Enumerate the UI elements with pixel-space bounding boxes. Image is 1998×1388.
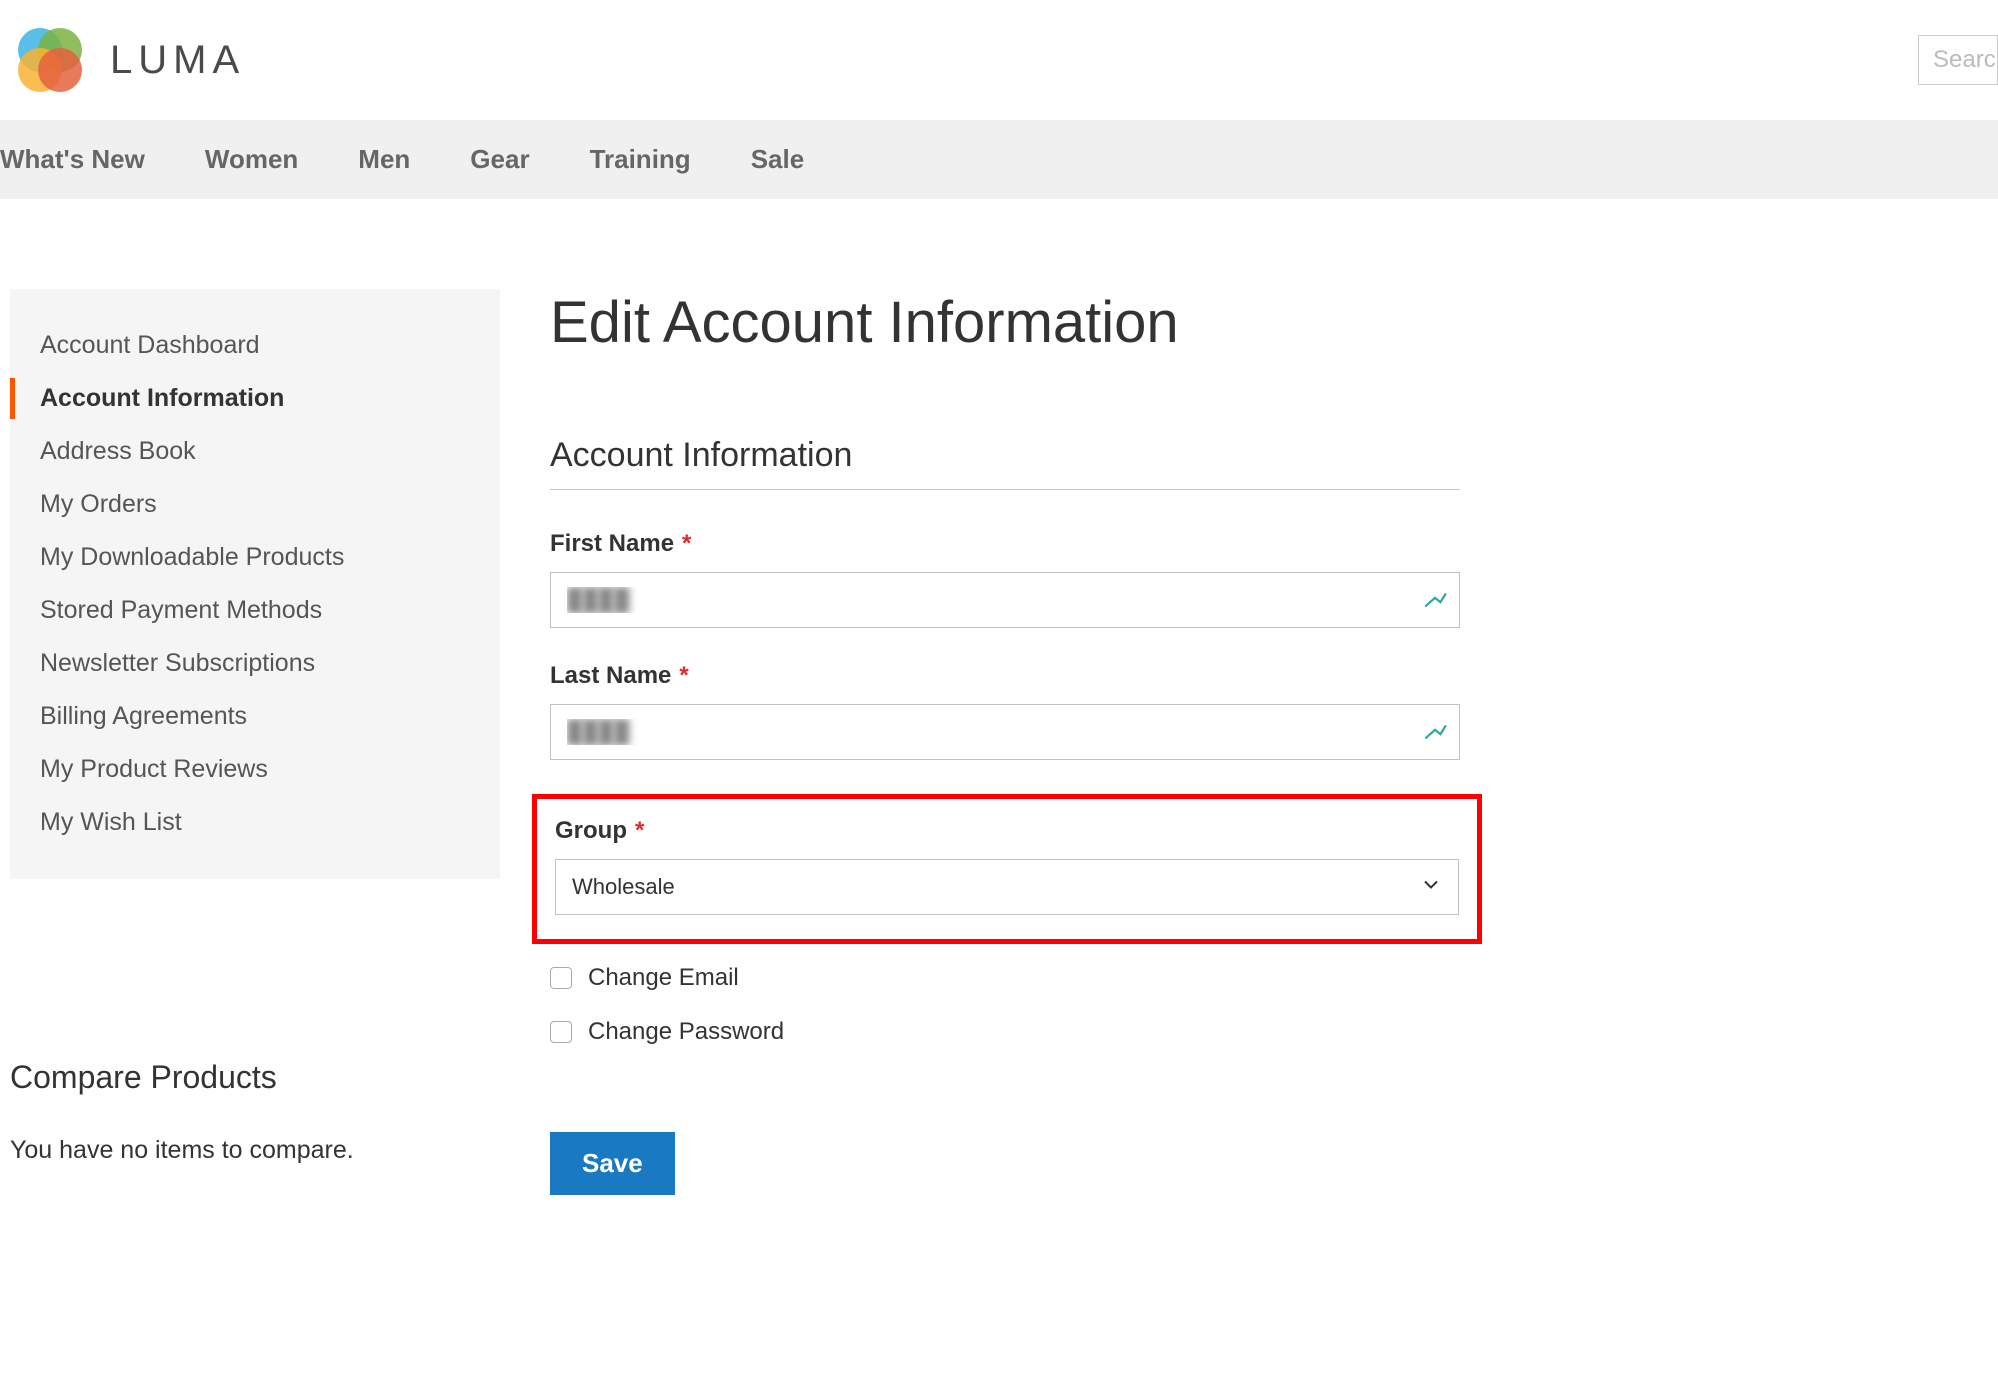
- required-indicator: *: [679, 662, 688, 689]
- page-title: Edit Account Information: [550, 289, 1998, 356]
- nav-training[interactable]: Training: [590, 144, 691, 175]
- main-nav: What's New Women Men Gear Training Sale: [0, 120, 1998, 199]
- logo[interactable]: LUMA: [10, 20, 245, 100]
- sidebar: Account Dashboard Account Information Ad…: [10, 289, 500, 1195]
- first-name-input[interactable]: [550, 572, 1460, 628]
- required-indicator: *: [682, 530, 691, 557]
- change-email-checkbox[interactable]: [550, 967, 572, 989]
- change-email-row: Change Email: [550, 964, 1460, 992]
- group-selected-value: Wholesale: [572, 874, 675, 900]
- nav-sale[interactable]: Sale: [751, 144, 805, 175]
- sidebar-item-account-info[interactable]: Account Information: [10, 372, 500, 425]
- last-name-label: Last Name *: [550, 662, 1460, 690]
- group-label: Group *: [555, 817, 1459, 845]
- nav-women[interactable]: Women: [205, 144, 298, 175]
- last-name-label-text: Last Name: [550, 662, 671, 689]
- nav-gear[interactable]: Gear: [470, 144, 529, 175]
- nav-whats-new[interactable]: What's New: [0, 144, 145, 175]
- luma-logo-icon: [10, 20, 90, 100]
- group-highlight: Group * Wholesale: [532, 794, 1482, 944]
- save-button[interactable]: Save: [550, 1132, 675, 1195]
- first-name-label: First Name *: [550, 530, 1460, 558]
- sidebar-item-reviews[interactable]: My Product Reviews: [10, 743, 500, 796]
- account-form: First Name * Last Name *: [550, 530, 1460, 1195]
- nav-men[interactable]: Men: [358, 144, 410, 175]
- last-name-field: Last Name *: [550, 662, 1460, 760]
- change-password-checkbox[interactable]: [550, 1021, 572, 1043]
- sidebar-item-dashboard[interactable]: Account Dashboard: [10, 319, 500, 372]
- sidebar-item-payment[interactable]: Stored Payment Methods: [10, 584, 500, 637]
- account-nav: Account Dashboard Account Information Ad…: [10, 289, 500, 879]
- sidebar-item-downloadable[interactable]: My Downloadable Products: [10, 531, 500, 584]
- main: Edit Account Information Account Informa…: [550, 289, 1998, 1195]
- sidebar-item-wishlist[interactable]: My Wish List: [10, 796, 500, 849]
- autofill-icon: [1422, 719, 1448, 745]
- brand-name: LUMA: [110, 38, 245, 83]
- first-name-field: First Name *: [550, 530, 1460, 628]
- sidebar-item-address-book[interactable]: Address Book: [10, 425, 500, 478]
- change-password-row: Change Password: [550, 1018, 1460, 1046]
- group-select[interactable]: Wholesale: [555, 859, 1459, 915]
- first-name-label-text: First Name: [550, 530, 674, 557]
- change-email-label[interactable]: Change Email: [588, 964, 739, 992]
- header: LUMA Search: [0, 0, 1998, 120]
- compare-title: Compare Products: [10, 1059, 500, 1096]
- group-field: Group * Wholesale: [555, 817, 1459, 915]
- compare-products-block: Compare Products You have no items to co…: [10, 1059, 500, 1165]
- change-password-label[interactable]: Change Password: [588, 1018, 784, 1046]
- section-title: Account Information: [550, 436, 1460, 490]
- sidebar-item-orders[interactable]: My Orders: [10, 478, 500, 531]
- sidebar-item-billing[interactable]: Billing Agreements: [10, 690, 500, 743]
- required-indicator: *: [635, 817, 644, 844]
- content: Account Dashboard Account Information Ad…: [0, 199, 1998, 1195]
- compare-empty-text: You have no items to compare.: [10, 1136, 500, 1165]
- sidebar-item-newsletter[interactable]: Newsletter Subscriptions: [10, 637, 500, 690]
- autofill-icon: [1422, 587, 1448, 613]
- search-input[interactable]: Search: [1918, 35, 1998, 85]
- last-name-input[interactable]: [550, 704, 1460, 760]
- group-label-text: Group: [555, 817, 627, 844]
